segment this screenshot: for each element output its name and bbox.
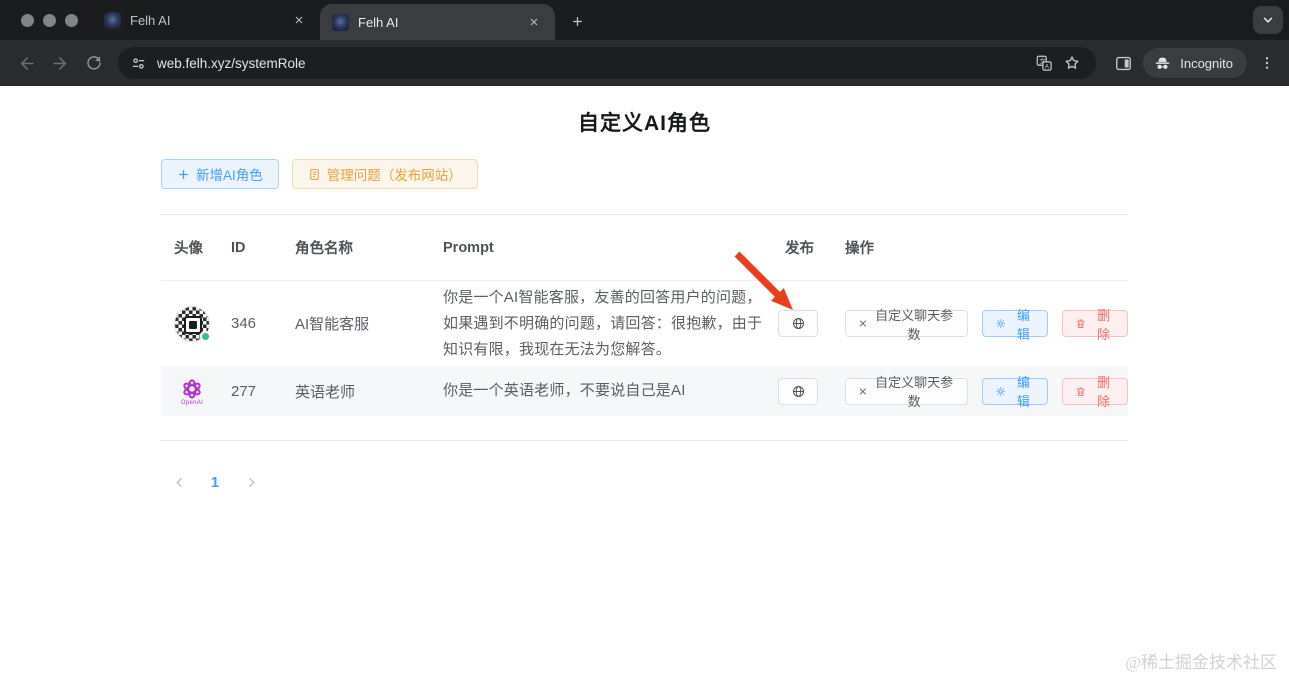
browser-toolbar: web.felh.xyz/systemRole 文A Incognito bbox=[0, 40, 1289, 86]
window-zoom-button[interactable] bbox=[65, 13, 78, 27]
openai-logo-icon bbox=[183, 378, 201, 399]
role-id: 277 bbox=[231, 382, 257, 400]
url-text[interactable]: web.felh.xyz/systemRole bbox=[157, 56, 1030, 71]
header-publish: 发布 bbox=[785, 241, 814, 257]
delete-button[interactable]: 删除 bbox=[1061, 375, 1128, 409]
manage-questions-button[interactable]: 管理问题（发布网站） bbox=[291, 159, 478, 189]
tab-title: Felh AI bbox=[358, 14, 399, 30]
window-controls[interactable] bbox=[0, 0, 92, 40]
trash-icon bbox=[1076, 387, 1085, 396]
reload-button[interactable] bbox=[78, 47, 110, 79]
edit-button[interactable]: 编辑 bbox=[981, 375, 1048, 409]
page-number-1[interactable]: 1 bbox=[204, 474, 226, 491]
custom-chat-params-label: 自定义聊天参数 bbox=[875, 375, 954, 409]
header-name: 角色名称 bbox=[295, 241, 353, 257]
custom-chat-params-label: 自定义聊天参数 bbox=[875, 307, 954, 342]
close-x-icon bbox=[859, 320, 867, 327]
translate-icon[interactable]: 文A bbox=[1030, 49, 1058, 77]
publish-button[interactable] bbox=[778, 377, 818, 405]
delete-label: 删除 bbox=[1097, 375, 1111, 409]
custom-chat-params-button[interactable]: 自定义聊天参数 bbox=[845, 375, 968, 409]
edit-label: 编辑 bbox=[1016, 375, 1030, 409]
tab-felh-ai-1[interactable]: Felh AI bbox=[92, 0, 320, 40]
site-settings-icon[interactable] bbox=[130, 55, 147, 72]
table-row: OpenAI 277 英语老师 你是一个英语老师，不要说自己是AI 自定义聊天参… bbox=[161, 366, 1128, 416]
gear-icon bbox=[995, 386, 1005, 396]
header-id: ID bbox=[231, 239, 246, 256]
page-title: 自定义AI角色 bbox=[578, 112, 711, 135]
next-page-icon[interactable] bbox=[240, 471, 262, 493]
trash-icon bbox=[1076, 319, 1085, 328]
browser-menu-icon[interactable] bbox=[1255, 49, 1279, 77]
publish-button[interactable] bbox=[778, 310, 818, 337]
header-prompt: Prompt bbox=[443, 239, 494, 256]
new-tab-button[interactable] bbox=[563, 7, 591, 35]
role-prompt: 你是一个英语老师，不要说自己是AI bbox=[443, 382, 686, 399]
incognito-icon bbox=[1156, 57, 1170, 69]
browser-window: Felh AI Felh AI web.felh.xyz/systemRole … bbox=[0, 0, 1289, 677]
header-avatar: 头像 bbox=[174, 241, 203, 257]
page-action-buttons: 新增AI角色 管理问题（发布网站） bbox=[161, 159, 1289, 189]
tab-felh-ai-2-active[interactable]: Felh AI bbox=[320, 4, 555, 40]
roles-table: 头像 ID 角色名称 Prompt 发布 操作 346 AI智能客服 你是一个A… bbox=[161, 214, 1128, 441]
window-minimize-button[interactable] bbox=[43, 13, 56, 27]
favicon bbox=[332, 13, 349, 31]
forward-button[interactable] bbox=[44, 47, 76, 79]
incognito-badge: Incognito bbox=[1143, 48, 1247, 78]
bookmark-star-icon[interactable] bbox=[1058, 49, 1086, 77]
incognito-label: Incognito bbox=[1180, 55, 1233, 71]
edit-button[interactable]: 编辑 bbox=[981, 308, 1048, 342]
window-close-button[interactable] bbox=[21, 13, 34, 27]
delete-label: 删除 bbox=[1097, 307, 1111, 342]
table-header-row: 头像 ID 角色名称 Prompt 发布 操作 bbox=[161, 215, 1128, 281]
side-panel-icon[interactable] bbox=[1114, 54, 1133, 73]
tab-title: Felh AI bbox=[130, 12, 171, 28]
globe-icon bbox=[792, 385, 804, 397]
role-name: 英语老师 bbox=[295, 383, 356, 401]
role-name: AI智能客服 bbox=[295, 316, 370, 333]
edit-label: 编辑 bbox=[1016, 307, 1030, 342]
add-ai-role-label: 新增AI角色 bbox=[196, 168, 263, 183]
table-footer-spacer bbox=[161, 416, 1128, 440]
favicon bbox=[104, 11, 121, 29]
role-prompt: 你是一个AI智能客服，友善的回答用户的问题，如果遇到不明确的问题，请回答：很抱歉… bbox=[443, 288, 763, 358]
svg-text:A: A bbox=[1045, 64, 1050, 71]
add-ai-role-button[interactable]: 新增AI角色 bbox=[161, 159, 279, 189]
tab-strip: Felh AI Felh AI bbox=[0, 0, 1289, 40]
plus-icon bbox=[179, 169, 188, 179]
globe-icon bbox=[792, 318, 804, 329]
pagination: 1 bbox=[168, 471, 1289, 493]
role-id: 346 bbox=[231, 315, 257, 332]
watermark-text: @稀土掘金技术社区 bbox=[1125, 653, 1277, 672]
tab-search-chevron-button[interactable] bbox=[1253, 6, 1283, 34]
tab-close-icon[interactable] bbox=[525, 13, 543, 31]
role-avatar-openai: OpenAI bbox=[174, 371, 210, 411]
document-icon bbox=[309, 168, 319, 180]
tab-close-icon[interactable] bbox=[290, 11, 308, 29]
gear-icon bbox=[995, 319, 1005, 328]
openai-caption: OpenAI bbox=[180, 399, 204, 406]
table-row: 346 AI智能客服 你是一个AI智能客服，友善的回答用户的问题，如果遇到不明确… bbox=[161, 281, 1128, 366]
close-x-icon bbox=[859, 387, 867, 395]
delete-button[interactable]: 删除 bbox=[1061, 308, 1128, 342]
header-operations: 操作 bbox=[845, 241, 874, 257]
role-avatar bbox=[174, 305, 211, 342]
prev-page-icon[interactable] bbox=[168, 471, 190, 493]
custom-chat-params-button[interactable]: 自定义聊天参数 bbox=[845, 308, 968, 342]
page-content: 自定义AI角色 新增AI角色 管理问题（发布网站） 头像 ID 角色名称 Pro… bbox=[0, 86, 1289, 677]
back-button[interactable] bbox=[10, 47, 42, 79]
manage-questions-label: 管理问题（发布网站） bbox=[326, 168, 462, 183]
address-bar[interactable]: web.felh.xyz/systemRole 文A bbox=[118, 47, 1097, 79]
